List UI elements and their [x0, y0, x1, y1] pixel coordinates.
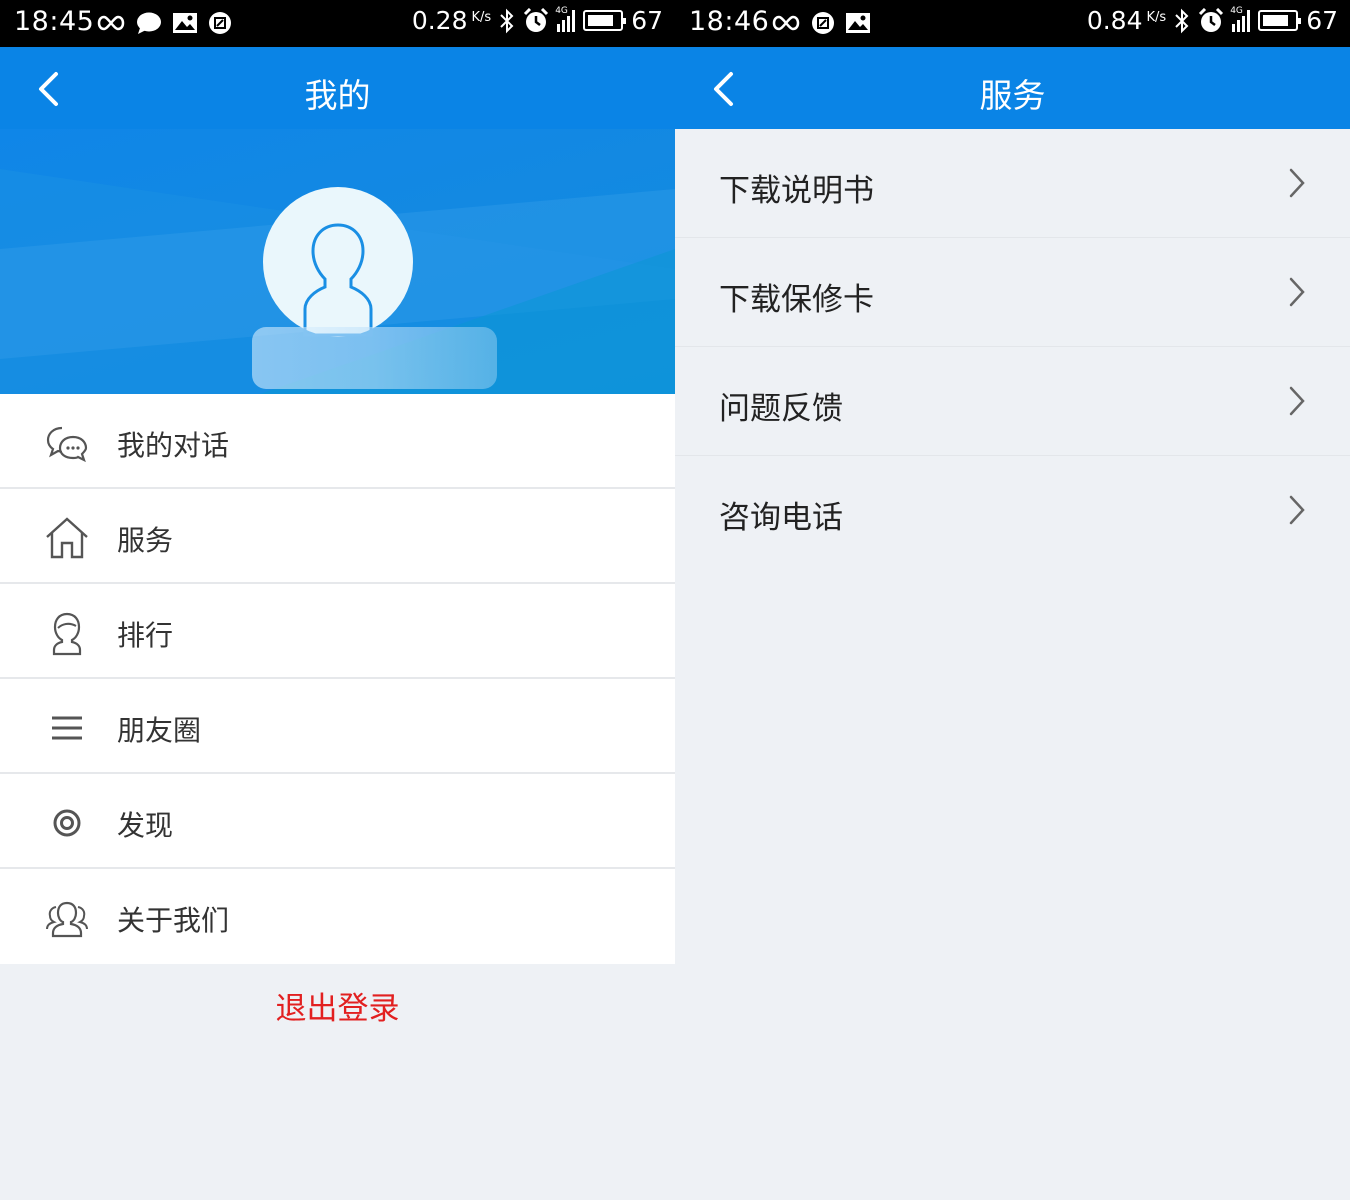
- menu-label: 朋友圈: [117, 714, 202, 747]
- service-label: 问题反馈: [719, 391, 843, 427]
- person-icon: [52, 612, 82, 656]
- menu-label: 排行: [117, 619, 174, 652]
- alarm-icon: [524, 7, 549, 32]
- menu-label: 我的对话: [117, 429, 230, 462]
- menu-item-moments[interactable]: 朋友圈: [0, 679, 675, 774]
- service-label: 咨询电话: [719, 500, 843, 536]
- signal-icon: 4G: [555, 6, 576, 32]
- image-icon: [173, 13, 197, 33]
- app-bar: 服务: [675, 47, 1350, 129]
- chevron-right-icon: [1289, 495, 1305, 525]
- network-speed: 0.84: [1086, 6, 1143, 35]
- services-list: 下载说明书 下载保修卡 问题反馈 咨询电话: [675, 129, 1350, 565]
- infinity-icon: [772, 15, 800, 31]
- profile-menu: 我的对话 服务 排行 朋友圈 发现 关于我们: [0, 394, 675, 964]
- chat-bubbles-icon: [46, 426, 88, 463]
- network-speed-unit: K/s: [471, 10, 492, 25]
- status-time: 18:45: [14, 6, 95, 37]
- username-blurred: [252, 327, 497, 389]
- bluetooth-icon: [500, 8, 514, 33]
- app-badge-icon: [209, 12, 231, 34]
- people-icon: [46, 901, 88, 938]
- alarm-icon: [1199, 7, 1224, 32]
- service-item-feedback[interactable]: 问题反馈: [675, 347, 1350, 456]
- battery-level: 67: [1306, 6, 1338, 35]
- page-title: 我的: [304, 76, 371, 115]
- services-screen: 18:46 0.84 K/s 4G 67 服务 下载说明书 下载保修卡 问题反馈…: [675, 0, 1350, 1200]
- battery-icon: [583, 10, 627, 31]
- status-bar: 18:45 0.28 K/s 4G 67: [0, 0, 675, 47]
- infinity-icon: [97, 15, 125, 31]
- menu-item-ranking[interactable]: 排行: [0, 584, 675, 679]
- app-badge-icon: [812, 12, 834, 34]
- service-label: 下载说明书: [719, 173, 874, 209]
- image-icon: [846, 13, 870, 33]
- page-title: 服务: [979, 76, 1046, 115]
- status-time: 18:46: [689, 6, 770, 37]
- target-icon: [53, 809, 81, 837]
- status-bar: 18:46 0.84 K/s 4G 67: [675, 0, 1350, 47]
- service-item-hotline[interactable]: 咨询电话: [675, 456, 1350, 565]
- menu-item-conversations[interactable]: 我的对话: [0, 394, 675, 489]
- battery-level: 67: [631, 6, 663, 35]
- service-item-manual[interactable]: 下载说明书: [675, 129, 1350, 238]
- menu-item-about[interactable]: 关于我们: [0, 869, 675, 964]
- bluetooth-icon: [1175, 8, 1189, 33]
- network-speed: 0.28: [411, 6, 468, 35]
- network-speed-unit: K/s: [1146, 10, 1167, 25]
- menu-lines-icon: [52, 716, 82, 740]
- service-label: 下载保修卡: [719, 282, 874, 318]
- menu-label: 关于我们: [117, 904, 230, 937]
- user-avatar-icon: [303, 223, 373, 337]
- chevron-right-icon: [1289, 168, 1305, 198]
- profile-header: [0, 129, 675, 394]
- home-icon: [46, 517, 88, 559]
- logout-button[interactable]: 退出登录: [0, 983, 675, 1028]
- profile-screen: 18:45 0.28 K/s 4G 67 我的 我的对话 服务 排行 朋友圈 发…: [0, 0, 675, 1200]
- signal-icon: 4G: [1230, 6, 1251, 32]
- service-item-warranty[interactable]: 下载保修卡: [675, 238, 1350, 347]
- menu-item-discover[interactable]: 发现: [0, 774, 675, 869]
- battery-icon: [1258, 10, 1302, 31]
- message-icon: [137, 12, 161, 34]
- app-bar: 我的: [0, 47, 675, 129]
- avatar[interactable]: [263, 187, 413, 337]
- menu-item-services[interactable]: 服务: [0, 489, 675, 584]
- menu-label: 服务: [117, 524, 174, 557]
- chevron-right-icon: [1289, 277, 1305, 307]
- chevron-right-icon: [1289, 386, 1305, 416]
- menu-label: 发现: [117, 809, 174, 842]
